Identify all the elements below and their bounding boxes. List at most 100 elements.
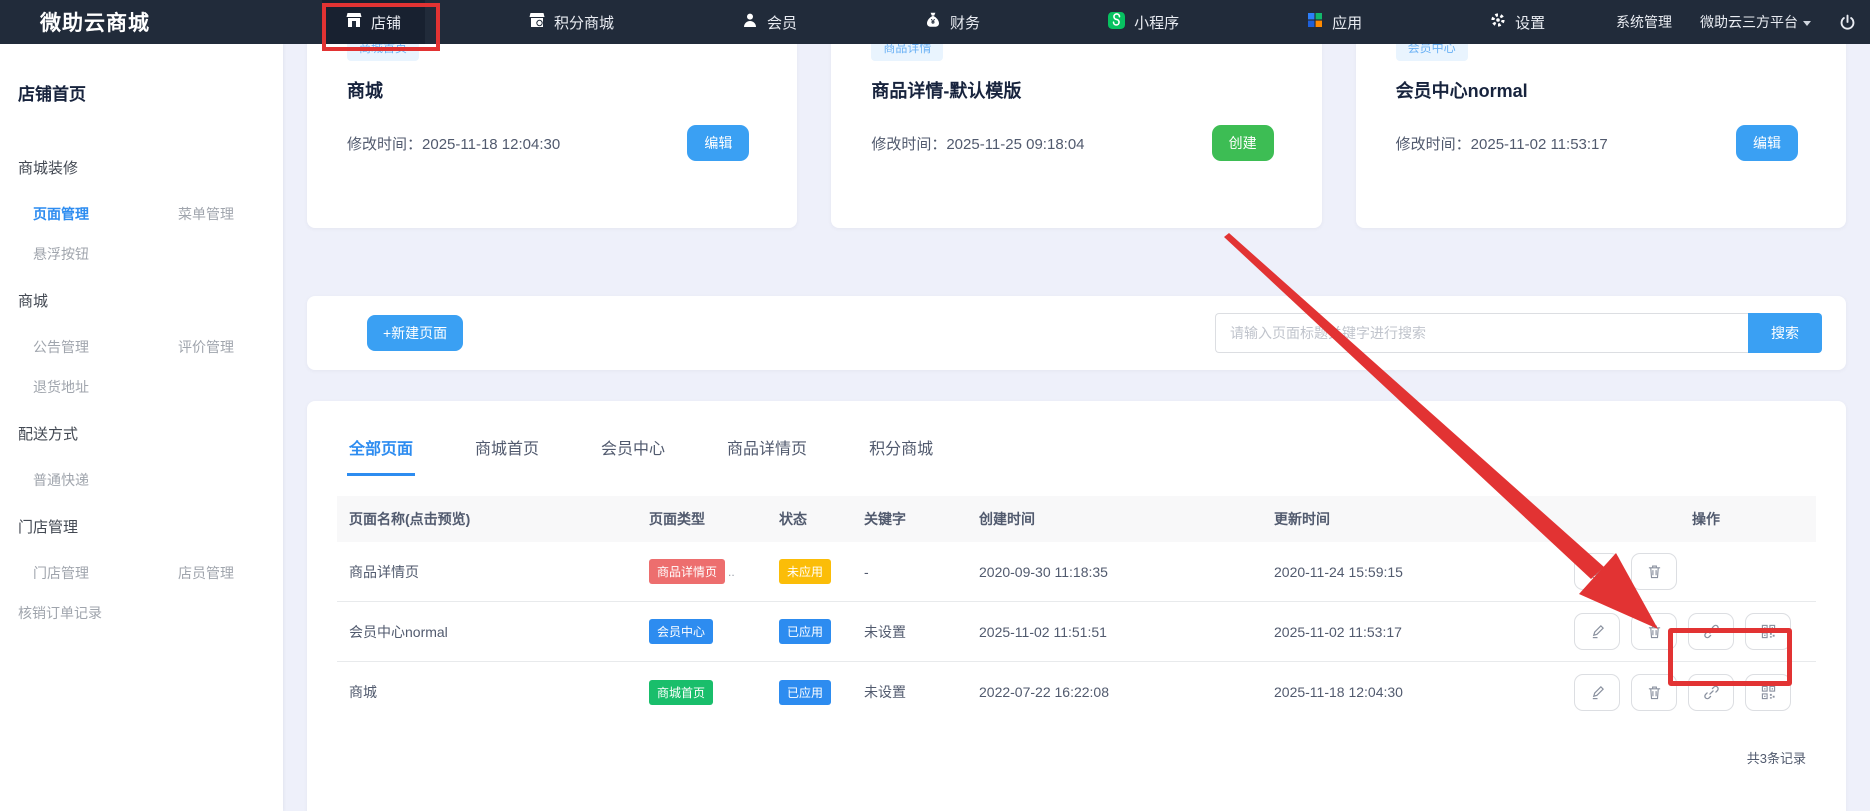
create-template-button[interactable]: 创建: [1212, 125, 1274, 161]
top-navbar: 微助云商城 店铺 积分商城 会员 ¥ 财务: [0, 0, 1870, 44]
copy-link-button[interactable]: [1688, 674, 1734, 711]
card-title: 商城: [347, 77, 749, 103]
shop-icon: [346, 12, 362, 32]
tab-product-detail[interactable]: 商品详情页: [725, 431, 809, 476]
card-title: 商品详情-默认模版: [871, 77, 1273, 103]
qrcode-icon: [1761, 685, 1776, 700]
modified-label: 修改时间：: [1396, 136, 1471, 153]
search-button[interactable]: 搜索: [1748, 313, 1822, 353]
sidebar-item-writeoff-order-records[interactable]: 核销订单记录: [18, 603, 265, 623]
sidebar-item-review-management[interactable]: 评价管理: [178, 337, 265, 357]
page-name-link[interactable]: 会员中心normal: [337, 622, 637, 642]
nav-item-label: 应用: [1332, 12, 1362, 33]
card-modified-time: 修改时间：2025-11-25 09:18:04: [871, 133, 1084, 154]
card-type-badge: 会员中心: [1396, 44, 1468, 61]
copy-link-button[interactable]: [1688, 613, 1734, 650]
power-icon: [1839, 14, 1856, 31]
edit-page-button[interactable]: [1574, 674, 1620, 711]
system-admin-link[interactable]: 系统管理: [1616, 12, 1672, 32]
keyword-value: -: [852, 564, 967, 580]
platform-dropdown[interactable]: 微助云三方平台: [1700, 12, 1811, 32]
nav-item-miniprogram[interactable]: 小程序: [1084, 0, 1203, 44]
sidebar-item-announcement-management[interactable]: 公告管理: [33, 337, 178, 357]
pencil-icon: [1590, 624, 1605, 639]
pages-table-card: 全部页面 商城首页 会员中心 商品详情页 积分商城 页面名称(点击预览) 页面类…: [307, 401, 1846, 811]
nav-item-apps[interactable]: 应用: [1283, 0, 1386, 44]
status-badge: 未应用: [779, 559, 831, 584]
sidebar-item-clerk-management[interactable]: 店员管理: [178, 563, 265, 583]
status-badge: 已应用: [779, 680, 831, 705]
delete-page-button[interactable]: [1631, 674, 1677, 711]
sidebar-item-return-address[interactable]: 退货地址: [33, 377, 178, 397]
nav-item-label: 财务: [950, 12, 980, 33]
card-title: 会员中心normal: [1396, 77, 1798, 103]
points-mall-icon: [529, 12, 545, 32]
template-card-member-center: 会员中心 会员中心normal 修改时间：2025-11-02 11:53:17…: [1356, 44, 1846, 228]
search-group: 搜索: [1215, 313, 1822, 353]
platform-dropdown-label: 微助云三方平台: [1700, 12, 1798, 32]
finance-icon: ¥: [925, 12, 941, 32]
updated-time-value: 2025-11-18 12:04:30: [1262, 684, 1562, 700]
sidebar: 店铺首页 商城装修 页面管理 菜单管理 悬浮按钮 商城 公告管理 评价管理 退货…: [0, 44, 283, 811]
nav-item-settings[interactable]: 设置: [1466, 0, 1569, 44]
tab-all-pages[interactable]: 全部页面: [347, 431, 415, 476]
sidebar-group-store-management: 门店管理: [18, 516, 265, 537]
delete-page-button[interactable]: [1631, 553, 1677, 590]
search-input[interactable]: [1215, 313, 1748, 353]
updated-time-value: 2020-11-24 15:59:15: [1262, 564, 1562, 580]
sidebar-item-shop-home[interactable]: 店铺首页: [18, 80, 265, 105]
sidebar-item-menu-management[interactable]: 菜单管理: [178, 204, 265, 224]
nav-item-label: 积分商城: [554, 12, 614, 33]
qrcode-button[interactable]: [1745, 613, 1791, 650]
edit-template-button[interactable]: 编辑: [1736, 125, 1798, 161]
edit-template-button[interactable]: 编辑: [687, 125, 749, 161]
logout-power-button[interactable]: [1839, 14, 1856, 31]
navbar-right-group: 系统管理 微助云三方平台: [1616, 0, 1856, 44]
link-icon: [1704, 685, 1719, 700]
chevron-down-icon: [1803, 21, 1811, 26]
template-card-product-detail: 商品详情 商品详情-默认模版 修改时间：2025-11-25 09:18:04 …: [831, 44, 1321, 228]
nav-item-finance[interactable]: ¥ 财务: [901, 0, 1004, 44]
sidebar-item-floating-button[interactable]: 悬浮按钮: [33, 244, 178, 264]
gear-icon: [1490, 12, 1506, 32]
edit-page-button[interactable]: [1574, 613, 1620, 650]
qrcode-icon: [1761, 624, 1776, 639]
link-icon: [1704, 624, 1719, 639]
modified-value: 2025-11-25 09:18:04: [946, 136, 1084, 153]
column-actions: 操作: [1562, 509, 1816, 529]
page-type-badge: 会员中心: [649, 619, 713, 644]
keyword-value: 未设置: [852, 682, 967, 702]
nav-item-members[interactable]: 会员: [718, 0, 821, 44]
qrcode-button[interactable]: [1745, 674, 1791, 711]
nav-item-label: 店铺: [371, 12, 401, 33]
created-time-value: 2025-11-02 11:51:51: [967, 624, 1262, 640]
main-content: 商城首页 商城 修改时间：2025-11-18 12:04:30 编辑 商品详情…: [283, 44, 1870, 811]
tab-mall-home[interactable]: 商城首页: [473, 431, 541, 476]
page-name-link[interactable]: 商城: [337, 682, 637, 702]
nav-item-points-mall[interactable]: 积分商城: [505, 0, 638, 44]
page-name-link[interactable]: 商品详情页: [337, 562, 637, 582]
new-page-button[interactable]: +新建页面: [367, 315, 463, 351]
type-overflow-ellipsis: ..: [728, 565, 735, 579]
card-type-badge: 商品详情: [871, 44, 943, 61]
edit-page-button[interactable]: [1574, 553, 1620, 590]
page-toolbar: +新建页面 搜索: [307, 296, 1846, 370]
card-modified-time: 修改时间：2025-11-18 12:04:30: [347, 133, 560, 154]
page-type-tabs: 全部页面 商城首页 会员中心 商品详情页 积分商城: [337, 431, 1816, 476]
sidebar-item-standard-express[interactable]: 普通快递: [33, 470, 178, 490]
created-time-value: 2022-07-22 16:22:08: [967, 684, 1262, 700]
sidebar-group-mall: 商城: [18, 290, 265, 311]
sidebar-item-page-management[interactable]: 页面管理: [33, 204, 178, 224]
page-type-badge: 商品详情页: [649, 559, 725, 584]
table-row: 会员中心normal 会员中心 已应用 未设置 2025-11-02 11:51…: [337, 602, 1816, 662]
tab-member-center[interactable]: 会员中心: [599, 431, 667, 476]
column-updated-time: 更新时间: [1262, 509, 1562, 529]
delete-page-button[interactable]: [1631, 613, 1677, 650]
nav-item-shop[interactable]: 店铺: [322, 0, 425, 44]
tab-points-mall[interactable]: 积分商城: [867, 431, 935, 476]
status-badge: 已应用: [779, 619, 831, 644]
sidebar-item-store-management[interactable]: 门店管理: [33, 563, 178, 583]
modified-value: 2025-11-18 12:04:30: [422, 136, 560, 153]
template-cards-row: 商城首页 商城 修改时间：2025-11-18 12:04:30 编辑 商品详情…: [307, 44, 1846, 228]
table-row: 商城 商城首页 已应用 未设置 2022-07-22 16:22:08 2025…: [337, 662, 1816, 722]
